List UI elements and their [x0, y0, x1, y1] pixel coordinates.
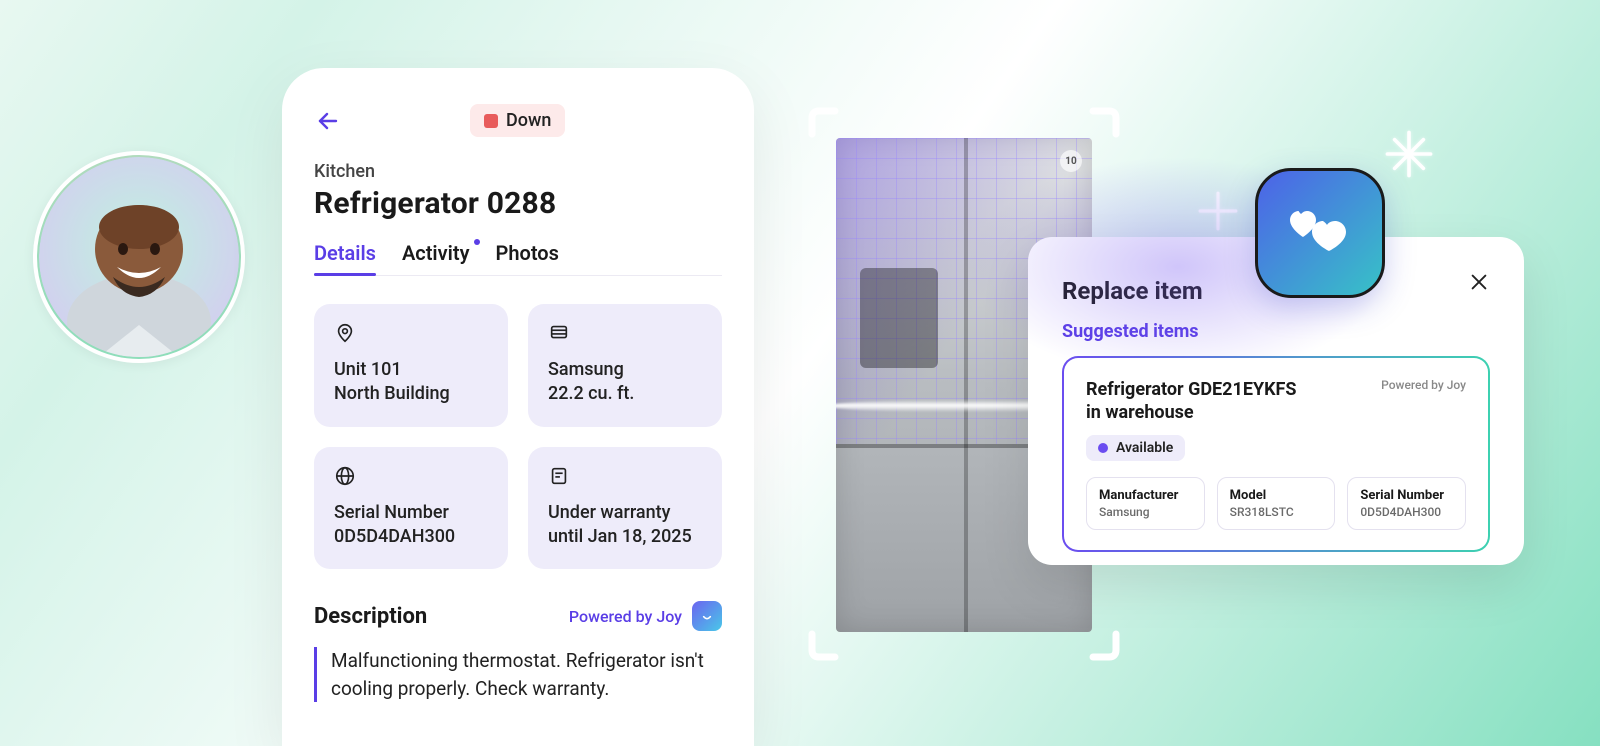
info-card-location[interactable]: Unit 101 North Building — [314, 304, 508, 427]
info-card-warranty[interactable]: Under warranty until Jan 18, 2025 — [528, 447, 722, 570]
tab-label: Activity — [402, 241, 470, 265]
sparkle-icon — [1197, 190, 1239, 232]
description-heading: Description — [314, 604, 427, 629]
info-grid: Unit 101 North Building Samsung 22.2 cu.… — [314, 304, 722, 569]
suggested-item-name: Refrigerator GDE21EYKFS — [1086, 378, 1297, 401]
info-line: Unit 101 — [334, 358, 488, 382]
breadcrumb: Kitchen — [314, 161, 722, 182]
suggested-item-name: in warehouse — [1086, 401, 1297, 424]
description-body: Malfunctioning thermostat. Refrigerator … — [314, 647, 722, 702]
fridge-brand-badge: 10 — [1060, 150, 1082, 172]
tab-label: Details — [314, 241, 376, 265]
info-line: Under warranty — [548, 501, 702, 525]
spec-manufacturer: Manufacturer Samsung — [1086, 477, 1205, 530]
availability-label: Available — [1116, 440, 1173, 456]
asset-detail-card: Down Kitchen Refrigerator 0288 Details A… — [282, 68, 754, 746]
info-line: North Building — [334, 382, 488, 406]
globe-icon — [334, 465, 488, 491]
fridge-seam — [964, 138, 968, 632]
receipt-icon — [548, 465, 702, 491]
avatar-illustration — [39, 157, 239, 357]
powered-by: Powered by Joy — [569, 601, 722, 631]
info-card-serial[interactable]: Serial Number 0D5D4DAH300 — [314, 447, 508, 570]
close-button[interactable] — [1462, 265, 1496, 303]
tabs: Details Activity Photos — [314, 241, 722, 276]
powered-by-note: Powered by Joy — [1381, 378, 1466, 392]
suggested-item-header: Refrigerator GDE21EYKFS in warehouse Pow… — [1086, 378, 1466, 425]
spec-value: SR318LSTC — [1230, 505, 1323, 519]
close-icon — [1468, 271, 1490, 293]
spec-row: Manufacturer Samsung Model SR318LSTC Ser… — [1086, 477, 1466, 530]
card-header: Down — [314, 104, 722, 137]
appliance-icon — [548, 322, 702, 348]
info-card-spec[interactable]: Samsung 22.2 cu. ft. — [528, 304, 722, 427]
notification-dot-icon — [474, 239, 480, 245]
hearts-blob-icon — [1255, 168, 1385, 298]
spec-value: Samsung — [1099, 505, 1192, 519]
powered-by-label: Powered by Joy — [569, 607, 682, 626]
info-line: Samsung — [548, 358, 702, 382]
fridge-dispenser — [860, 268, 938, 368]
status-label: Down — [506, 110, 551, 131]
status-badge: Down — [470, 104, 565, 137]
back-button[interactable] — [314, 107, 342, 135]
suggested-item-card[interactable]: Refrigerator GDE21EYKFS in warehouse Pow… — [1062, 356, 1490, 552]
spec-label: Serial Number — [1360, 488, 1453, 503]
info-line: Serial Number — [334, 501, 488, 525]
spec-label: Manufacturer — [1099, 488, 1192, 503]
spec-value: 0D5D4DAH300 — [1360, 505, 1453, 519]
arrow-left-icon — [316, 109, 340, 133]
spec-label: Model — [1230, 488, 1323, 503]
status-dot-icon — [484, 114, 498, 128]
panel-subtitle: Suggested items — [1062, 321, 1490, 342]
tab-activity[interactable]: Activity — [402, 241, 470, 275]
tab-label: Photos — [496, 241, 559, 265]
pin-icon — [334, 322, 488, 348]
tab-details[interactable]: Details — [314, 241, 376, 275]
page-title: Refrigerator 0288 — [314, 186, 722, 221]
spec-model: Model SR318LSTC — [1217, 477, 1336, 530]
info-line: until Jan 18, 2025 — [548, 525, 702, 549]
tab-photos[interactable]: Photos — [496, 241, 559, 275]
info-line: 22.2 cu. ft. — [548, 382, 702, 406]
spec-serial: Serial Number 0D5D4DAH300 — [1347, 477, 1466, 530]
sparkle-icon — [1385, 130, 1433, 178]
joy-badge-icon — [692, 601, 722, 631]
avatar — [33, 151, 245, 363]
info-line: 0D5D4DAH300 — [334, 525, 488, 549]
availability-dot-icon — [1098, 443, 1108, 453]
description-header: Description Powered by Joy — [314, 601, 722, 631]
availability-badge: Available — [1086, 435, 1185, 461]
